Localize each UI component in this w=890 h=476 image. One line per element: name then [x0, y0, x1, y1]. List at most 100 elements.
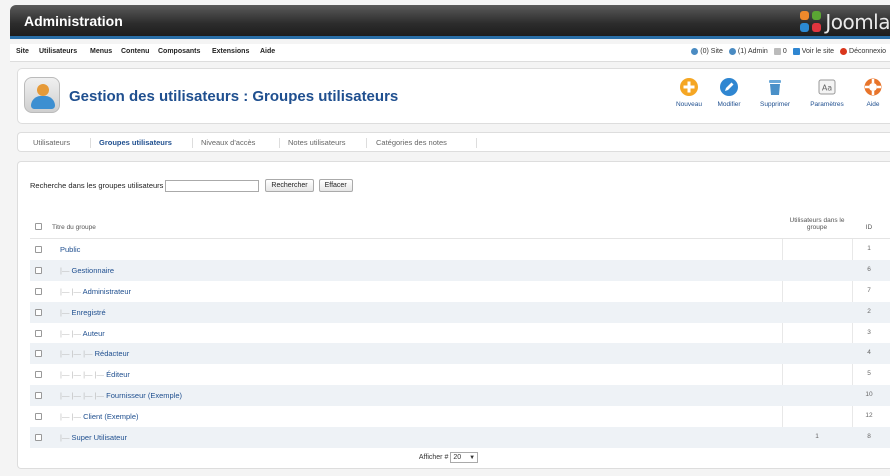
row-checkbox[interactable]	[35, 434, 42, 442]
users-icon	[728, 48, 736, 55]
list-limit-select[interactable]: 20 ▼	[450, 452, 479, 463]
row-checkbox[interactable]	[35, 287, 42, 295]
group-id: 8	[867, 433, 871, 441]
group-title-link[interactable]: |— Enregistré	[60, 308, 106, 317]
row-checkbox[interactable]	[35, 329, 42, 337]
group-id: 4	[867, 349, 871, 357]
column-users-header: Utilisateurs dans le groupe	[789, 217, 845, 231]
pagination-label: Afficher #	[418, 454, 449, 461]
main-menu-bar: Site Utilisateurs Menus Contenu Composan…	[10, 44, 890, 62]
logout-link[interactable]: Déconnexio	[840, 48, 886, 55]
table-row: |— Enregistré 2	[30, 301, 890, 323]
group-title-link[interactable]: |— |— |— |— Fournisseur (Exemple)	[60, 391, 182, 400]
select-all-checkbox[interactable]	[35, 223, 42, 230]
table-row: |— |— Client (Exemple) 12	[30, 406, 890, 427]
tree-indent: |— |— |— |—	[60, 391, 107, 401]
group-title-link[interactable]: |— |— |— Rédacteur	[60, 349, 129, 358]
user-groups-icon	[24, 77, 60, 113]
plus-icon	[680, 78, 698, 96]
tab-niveaux-acces[interactable]: Niveaux d'accès	[201, 138, 255, 147]
search-filter: Recherche dans les groupes utilisateurs …	[30, 179, 356, 192]
tab-utilisateurs[interactable]: Utilisateurs	[33, 138, 70, 147]
settings-button[interactable]: Aa Paramètres	[806, 75, 848, 119]
tree-indent: |— |— |—	[60, 349, 95, 359]
submenu-tabs: Utilisateurs Groupes utilisateurs Niveau…	[17, 132, 890, 152]
joomla-logo[interactable]: Joomla	[800, 9, 890, 35]
row-checkbox[interactable]	[35, 371, 42, 379]
new-button[interactable]: Nouveau	[668, 75, 710, 119]
group-user-count: 1	[815, 433, 819, 441]
menu-utilisateurs[interactable]: Utilisateurs	[39, 48, 77, 55]
users-icon	[691, 48, 699, 55]
tree-indent: |— |—	[60, 286, 83, 296]
group-id: 12	[865, 412, 873, 420]
group-title-link[interactable]: |— |— |— |— Éditeur	[60, 370, 130, 379]
menu-aide[interactable]: Aide	[260, 48, 275, 55]
menu-extensions[interactable]: Extensions	[212, 48, 249, 55]
table-header: Titre du groupe Utilisateurs dans le gro…	[30, 213, 890, 239]
status-admin[interactable]: (1) Admin	[728, 48, 768, 55]
status-bar: (0) Site (1) Admin 0 Voir le site Déconn…	[691, 48, 886, 55]
power-icon	[840, 48, 848, 55]
edit-button[interactable]: Modifier	[708, 75, 750, 119]
group-title-link[interactable]: |— |— Auteur	[60, 329, 105, 338]
help-button[interactable]: Aide	[856, 75, 890, 119]
trash-icon	[769, 80, 781, 95]
tree-indent: |—	[60, 307, 72, 317]
column-title-header[interactable]: Titre du groupe	[52, 224, 96, 231]
group-title-link[interactable]: |— |— Administrateur	[60, 287, 131, 296]
search-label: Recherche dans les groupes utilisateurs	[30, 181, 164, 190]
groups-table-body: Public 1 |— Gestionnaire 6 |— |— Administrat…	[30, 239, 890, 448]
svg-text:Aa: Aa	[822, 84, 832, 93]
group-id: 2	[867, 307, 871, 315]
main-panel: Recherche dans les groupes utilisateurs …	[17, 161, 890, 469]
lifebuoy-icon	[864, 78, 882, 96]
row-checkbox[interactable]	[35, 413, 42, 421]
table-row: Public 1	[30, 239, 890, 260]
row-checkbox[interactable]	[35, 266, 42, 274]
group-title-link[interactable]: |— Gestionnaire	[60, 266, 114, 275]
row-checkbox[interactable]	[35, 392, 42, 400]
mail-icon	[773, 48, 781, 55]
tab-groupes-utilisateurs[interactable]: Groupes utilisateurs	[99, 138, 172, 147]
tab-categories-notes[interactable]: Catégories des notes	[376, 138, 447, 147]
group-id: 1	[867, 245, 871, 252]
group-title-link[interactable]: |— Super Utilisateur	[60, 433, 127, 442]
table-row: |— |— Auteur 3	[30, 323, 890, 344]
menu-menus[interactable]: Menus	[90, 48, 112, 55]
joomla-logo-icon	[800, 11, 822, 33]
status-site[interactable]: (0) Site	[691, 48, 723, 55]
admin-header: Administration Joomla	[10, 5, 890, 39]
group-title-link[interactable]: Public	[60, 245, 80, 254]
group-id: 5	[867, 370, 871, 378]
clear-button[interactable]: Effacer	[318, 179, 353, 192]
menu-site[interactable]: Site	[16, 48, 29, 55]
search-input[interactable]	[165, 179, 260, 192]
monitor-icon	[792, 48, 800, 55]
row-checkbox[interactable]	[35, 350, 42, 358]
status-messages[interactable]: 0	[773, 48, 787, 55]
pencil-icon	[720, 78, 738, 96]
menu-contenu[interactable]: Contenu	[121, 48, 149, 55]
tree-indent: |— |—	[60, 328, 83, 338]
table-row: |— Super Utilisateur 1 8	[30, 427, 890, 448]
row-checkbox[interactable]	[35, 308, 42, 316]
table-row: |— |— |— Rédacteur 4	[30, 343, 890, 365]
tree-indent: |— |—	[60, 412, 84, 422]
tree-indent: |— |— |— |—	[60, 370, 107, 380]
tree-indent: |—	[60, 433, 72, 443]
tree-indent: |—	[60, 265, 72, 275]
search-button[interactable]: Rechercher	[265, 179, 314, 192]
chevron-down-icon: ▼	[469, 454, 476, 461]
row-checkbox[interactable]	[35, 246, 42, 253]
toolbar-box: Gestion des utilisateurs : Groupes utili…	[17, 68, 890, 124]
column-id-header[interactable]: ID	[857, 224, 881, 231]
tab-notes-utilisateurs[interactable]: Notes utilisateurs	[288, 138, 346, 147]
menu-composants[interactable]: Composants	[158, 48, 200, 55]
group-title-link[interactable]: |— |— Client (Exemple)	[60, 412, 139, 421]
table-row: |— |— Administrateur 7	[30, 281, 890, 302]
view-site-link[interactable]: Voir le site	[792, 48, 834, 55]
page-title: Gestion des utilisateurs : Groupes utili…	[69, 88, 399, 105]
delete-button[interactable]: Supprimer	[754, 75, 796, 119]
pagination: Afficher # 20 ▼	[18, 452, 879, 463]
